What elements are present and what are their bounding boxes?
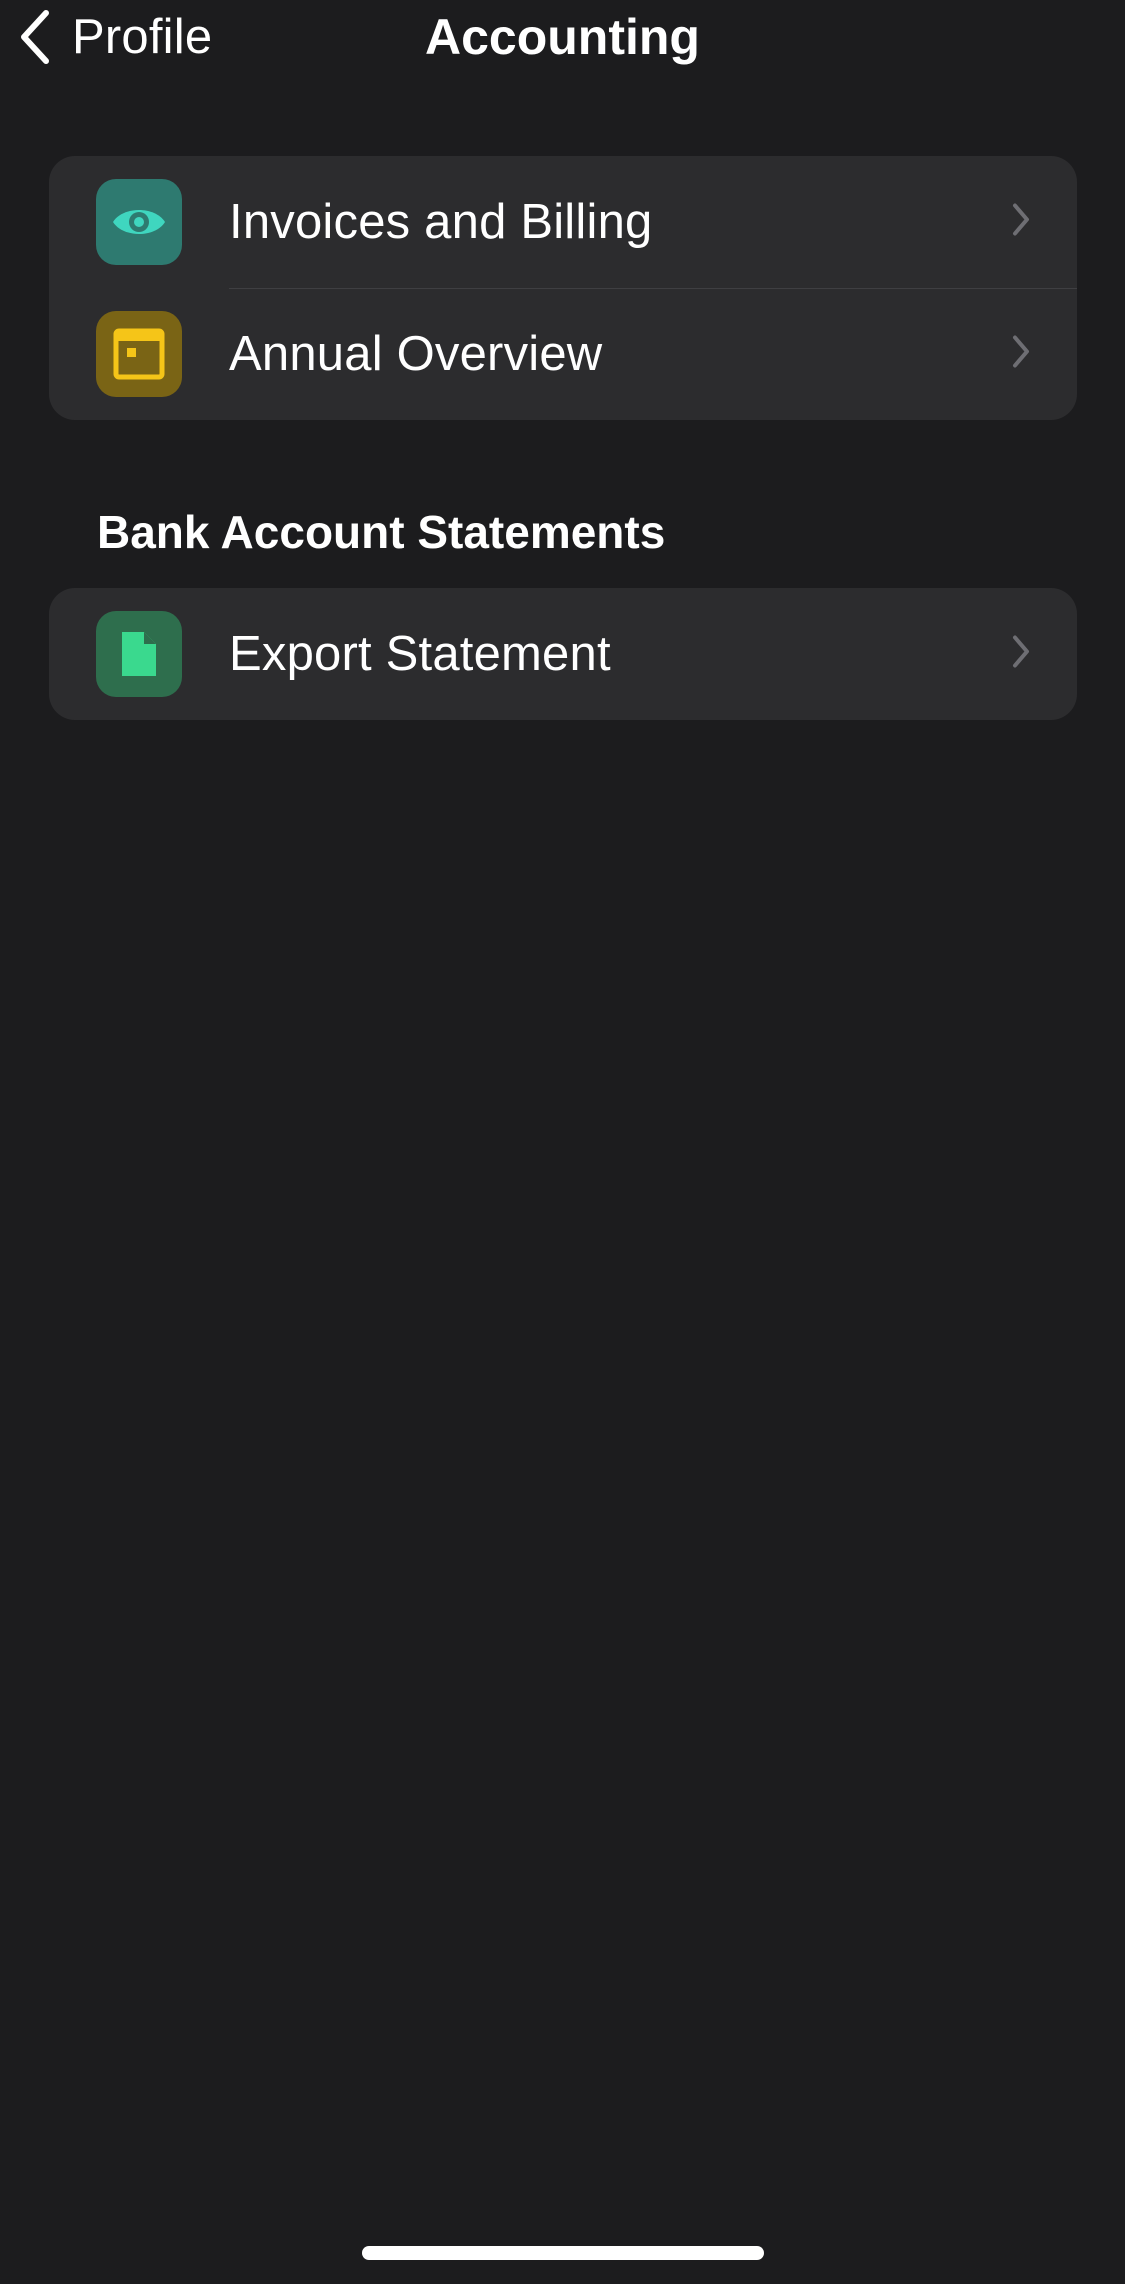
bank-statements-group: Export Statement (49, 588, 1077, 720)
export-statement-label: Export Statement (229, 627, 611, 681)
invoices-and-billing-label: Invoices and Billing (229, 195, 653, 249)
navigation-bar: Profile Accounting (0, 0, 1125, 80)
section-header-bank-account-statements: Bank Account Statements (97, 506, 666, 558)
calendar-icon (96, 311, 182, 397)
home-indicator[interactable] (362, 2246, 764, 2260)
eye-icon (96, 179, 182, 265)
page-title: Accounting (425, 9, 700, 65)
chevron-right-icon (1011, 634, 1031, 675)
document-icon (96, 611, 182, 697)
annual-overview-label: Annual Overview (229, 327, 603, 381)
list-item-annual-overview[interactable]: Annual Overview (49, 288, 1077, 420)
chevron-right-icon (1011, 202, 1031, 243)
list-item-export-statement[interactable]: Export Statement (49, 588, 1077, 720)
list-item-invoices-and-billing[interactable]: Invoices and Billing (49, 156, 1077, 288)
chevron-right-icon (1011, 334, 1031, 375)
accounting-options-group: Invoices and Billing Annual Overview (49, 156, 1077, 420)
accounting-screen: Profile Accounting Invoices and Billing (0, 0, 1125, 2284)
